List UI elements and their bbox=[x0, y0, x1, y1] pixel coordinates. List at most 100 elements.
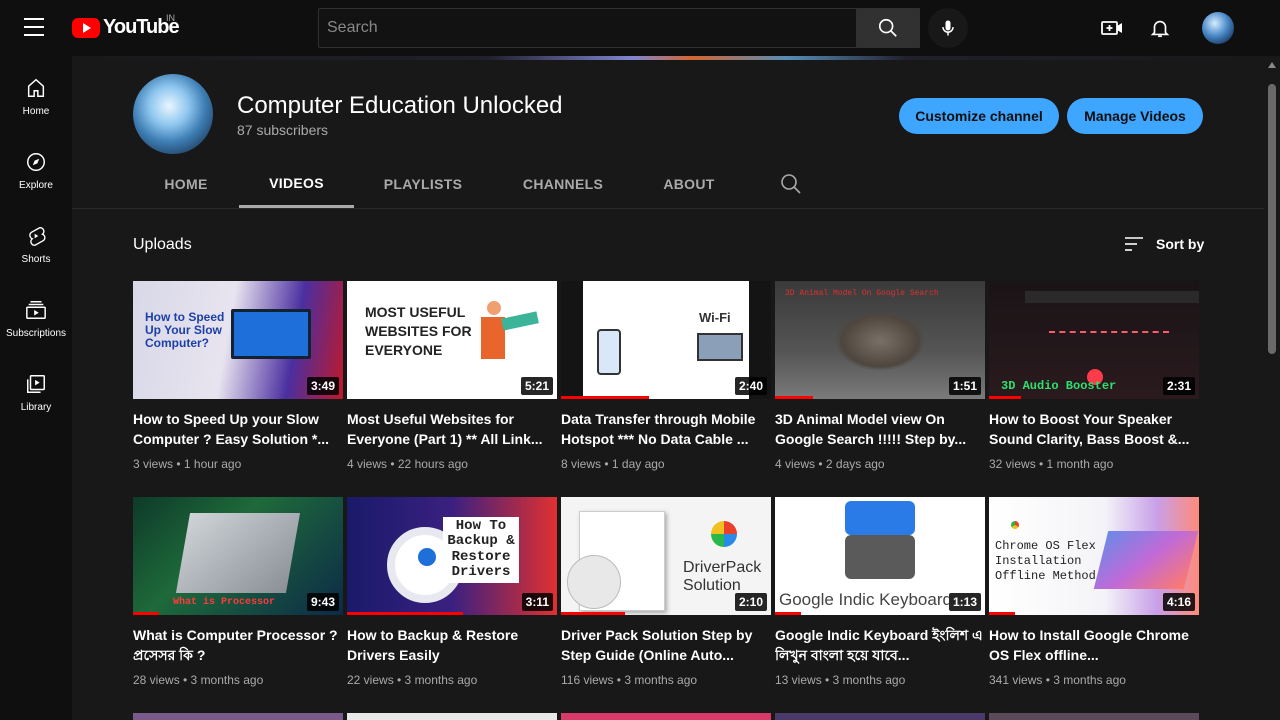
video-duration: 3:49 bbox=[306, 377, 339, 395]
sidebar-item-home[interactable]: Home bbox=[0, 60, 72, 134]
video-title[interactable]: Driver Pack Solution Step by Step Guide … bbox=[561, 625, 771, 665]
video-title[interactable]: How to Install Google Chrome OS Flex off… bbox=[989, 625, 1199, 665]
video-title[interactable]: How to Backup & Restore Drivers Easily bbox=[347, 625, 557, 665]
video-thumbnail-partial[interactable] bbox=[347, 713, 557, 720]
notifications-button[interactable] bbox=[1144, 12, 1176, 44]
customize-channel-button[interactable]: Customize channel bbox=[899, 98, 1059, 134]
equalizer-graphic bbox=[1049, 331, 1169, 355]
manage-videos-button[interactable]: Manage Videos bbox=[1067, 98, 1203, 134]
menu-icon[interactable] bbox=[24, 18, 48, 38]
watch-progress bbox=[775, 612, 801, 615]
video-meta: 8 views • 1 day ago bbox=[561, 457, 665, 471]
video-thumbnail[interactable]: 3D Audio Booster 2:31 bbox=[989, 281, 1199, 399]
video-card[interactable]: DriverPack Solution 2:10 Driver Pack Sol… bbox=[561, 497, 771, 687]
channel-name: Computer Education Unlocked bbox=[237, 92, 563, 119]
scroll-thumb[interactable] bbox=[1268, 84, 1276, 354]
tab-about[interactable]: ABOUT bbox=[634, 160, 744, 208]
video-title[interactable]: Most Useful Websites for Everyone (Part … bbox=[347, 409, 557, 449]
video-thumbnail-partial[interactable] bbox=[133, 713, 343, 720]
video-create-icon bbox=[1101, 21, 1122, 35]
dinosaur-graphic bbox=[835, 311, 925, 371]
person-graphic bbox=[487, 301, 501, 315]
scroll-up-icon[interactable] bbox=[1268, 62, 1276, 68]
video-card[interactable]: Chrome OS Flex Installation Offline Meth… bbox=[989, 497, 1199, 687]
watch-progress bbox=[347, 612, 463, 615]
chrome-logo-icon bbox=[1011, 521, 1019, 529]
sort-icon bbox=[1125, 237, 1143, 251]
tab-playlists[interactable]: PLAYLISTS bbox=[354, 160, 492, 208]
watch-progress bbox=[561, 396, 649, 399]
video-duration: 9:43 bbox=[306, 593, 339, 611]
video-thumbnail[interactable]: MOST USEFUL WEBSITES FOR EVERYONE 5:21 bbox=[347, 281, 557, 399]
video-duration: 1:51 bbox=[948, 377, 981, 395]
compass-icon bbox=[24, 150, 48, 174]
account-avatar[interactable] bbox=[1202, 12, 1234, 44]
channel-search-icon[interactable] bbox=[779, 172, 803, 196]
video-duration: 4:16 bbox=[1162, 593, 1195, 611]
channel-avatar bbox=[133, 74, 213, 154]
video-meta: 116 views • 3 months ago bbox=[561, 673, 698, 687]
left-border bbox=[561, 281, 583, 399]
search-box bbox=[318, 8, 857, 48]
video-thumbnail-partial[interactable] bbox=[775, 713, 985, 720]
video-card[interactable]: Wi-Fi 2:40 Data Transfer through Mobile … bbox=[561, 281, 771, 471]
create-button[interactable] bbox=[1096, 12, 1128, 44]
video-meta: 4 views • 2 days ago bbox=[775, 457, 885, 471]
video-duration: 2:40 bbox=[734, 377, 767, 395]
tab-channels[interactable]: CHANNELS bbox=[492, 160, 634, 208]
video-card[interactable]: How to Speed Up Your Slow Computer? 3:49… bbox=[133, 281, 343, 471]
video-title[interactable]: How to Boost Your Speaker Sound Clarity,… bbox=[989, 409, 1199, 449]
channel-banner bbox=[72, 56, 1264, 60]
video-thumbnail[interactable]: Google Indic Keyboard 1:13 bbox=[775, 497, 985, 615]
video-card[interactable]: MOST USEFUL WEBSITES FOR EVERYONE 5:21 M… bbox=[347, 281, 557, 471]
video-meta: 4 views • 22 hours ago bbox=[347, 457, 468, 471]
scroll-graphic bbox=[501, 311, 539, 331]
video-thumbnail[interactable]: Wi-Fi 2:40 bbox=[561, 281, 771, 399]
voice-search-button[interactable] bbox=[928, 8, 968, 48]
video-title[interactable]: What is Computer Processor ? প্রসেসর কি … bbox=[133, 625, 343, 665]
tab-home[interactable]: HOME bbox=[133, 160, 239, 208]
microphone-icon bbox=[942, 20, 954, 36]
video-thumbnail[interactable]: What is Processor 9:43 bbox=[133, 497, 343, 615]
keyboard-icon bbox=[845, 535, 915, 579]
tab-videos[interactable]: VIDEOS bbox=[239, 160, 354, 208]
page-scrollbar[interactable] bbox=[1264, 56, 1280, 720]
sidebar-item-shorts[interactable]: Shorts bbox=[0, 208, 72, 282]
video-thumbnail-partial[interactable] bbox=[989, 713, 1199, 720]
video-card[interactable]: What is Processor 9:43 What is Computer … bbox=[133, 497, 343, 687]
country-code: IN bbox=[166, 13, 175, 23]
video-card[interactable]: How To Backup & Restore Drivers 3:11 How… bbox=[347, 497, 557, 687]
video-card[interactable]: Google Indic Keyboard 1:13 Google Indic … bbox=[775, 497, 985, 687]
thumbnail-text: What is Processor bbox=[173, 597, 276, 608]
sidebar-item-library[interactable]: Library bbox=[0, 356, 72, 430]
video-thumbnail[interactable]: DriverPack Solution 2:10 bbox=[561, 497, 771, 615]
sidebar-item-subscriptions[interactable]: Subscriptions bbox=[0, 282, 72, 356]
video-title[interactable]: How to Speed Up your Slow Computer ? Eas… bbox=[133, 409, 343, 449]
video-title[interactable]: Data Transfer through Mobile Hotspot ***… bbox=[561, 409, 771, 449]
home-icon bbox=[24, 76, 48, 100]
video-thumbnail[interactable]: How to Speed Up Your Slow Computer? 3:49 bbox=[133, 281, 343, 399]
video-duration: 3:11 bbox=[521, 593, 553, 611]
video-thumbnail[interactable]: How To Backup & Restore Drivers 3:11 bbox=[347, 497, 557, 615]
phone-graphic bbox=[597, 329, 621, 375]
watch-progress bbox=[989, 612, 1015, 615]
sidebar-item-explore[interactable]: Explore bbox=[0, 134, 72, 208]
video-duration: 1:13 bbox=[948, 593, 981, 611]
video-duration: 5:21 bbox=[520, 377, 553, 395]
watch-progress bbox=[561, 612, 625, 615]
video-card[interactable]: 3D Animal Model On Google Search 1:51 3D… bbox=[775, 281, 985, 471]
watch-progress bbox=[989, 396, 1021, 399]
video-card[interactable]: 3D Audio Booster 2:31 How to Boost Your … bbox=[989, 281, 1199, 471]
video-thumbnail[interactable]: Chrome OS Flex Installation Offline Meth… bbox=[989, 497, 1199, 615]
indic-logo-icon bbox=[845, 501, 915, 535]
video-thumbnail[interactable]: 3D Animal Model On Google Search 1:51 bbox=[775, 281, 985, 399]
sort-by-button[interactable]: Sort by bbox=[1124, 232, 1204, 256]
video-title[interactable]: 3D Animal Model view On Google Search !!… bbox=[775, 409, 985, 449]
search-button[interactable] bbox=[856, 8, 920, 48]
processor-graphic bbox=[175, 513, 301, 593]
youtube-logo[interactable]: YouTube IN bbox=[72, 13, 180, 39]
video-thumbnail-partial[interactable] bbox=[561, 713, 771, 720]
search-icon bbox=[878, 18, 897, 37]
search-input[interactable] bbox=[327, 19, 848, 37]
video-title[interactable]: Google Indic Keyboard ইংলিশ এ লিখুন বাংল… bbox=[775, 625, 985, 665]
